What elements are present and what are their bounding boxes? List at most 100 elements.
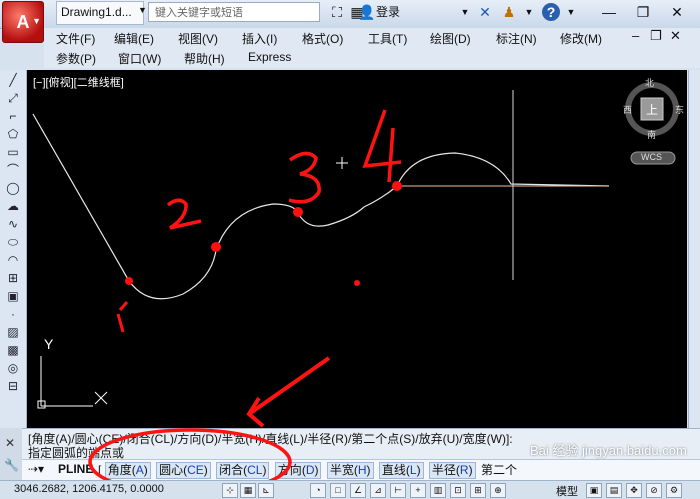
drawing-svg (32, 82, 679, 428)
model-tab[interactable]: 模型 (556, 483, 578, 499)
menu-tools[interactable]: 工具(T) (368, 30, 407, 47)
restore-icon[interactable]: ❐ (650, 28, 662, 44)
spline-icon[interactable]: ∿ (2, 216, 24, 232)
close-icon[interactable]: ✕ (5, 436, 15, 450)
menu-window[interactable]: 窗口(W) (118, 50, 161, 67)
polyline-icon[interactable]: ⌐ (2, 108, 24, 124)
option-second-point[interactable]: 第二个 (481, 463, 517, 477)
menu-help[interactable]: 帮助(H) (184, 50, 225, 67)
option-halfwidth[interactable]: 半宽(H) (326, 462, 374, 479)
circle-icon[interactable]: ◯ (2, 180, 24, 196)
annotation-stroke (116, 301, 129, 333)
ellipse-icon[interactable]: ⬭ (2, 234, 24, 250)
menu-parameters[interactable]: 参数(P) (56, 50, 96, 67)
title-bar: Drawing1.d... ▼ 键入关键字或短语 ⛶ ▦ 👤 登录 ▼ ✕ ♟ … (0, 0, 700, 29)
marker-point-4 (392, 181, 402, 191)
menu-file[interactable]: 文件(F) (56, 30, 95, 47)
menu-view[interactable]: 视图(V) (178, 30, 218, 47)
menu-express[interactable]: Express (248, 50, 291, 64)
chevron-down-icon[interactable]: ▼ (562, 3, 580, 21)
viewcube-north[interactable]: 北 (645, 76, 654, 89)
command-options: [ 角度(A) 圆心(CE) 闭合(CL) 方向(D) 半宽(H) 直线(L) … (98, 462, 517, 479)
ducs-icon[interactable]: ⊿ (370, 483, 386, 498)
transparency-icon[interactable]: ▥ (430, 483, 446, 498)
polar-icon[interactable]: ◔ (310, 483, 326, 498)
wrench-icon[interactable]: 🔧 (4, 458, 19, 472)
viewcube-west[interactable]: 西 (623, 103, 632, 116)
pan-icon[interactable]: ✥ (626, 483, 642, 498)
quick-properties-icon[interactable]: ⊡ (450, 483, 466, 498)
menu-dimension[interactable]: 标注(N) (496, 30, 537, 47)
menu-draw[interactable]: 绘图(D) (430, 30, 471, 47)
construction-line-icon[interactable]: ⤢ (2, 90, 24, 106)
chevron-down-icon[interactable]: ▼ (456, 3, 474, 21)
hatch-icon[interactable]: ▨ (2, 324, 24, 340)
command-input[interactable]: ⇢▾ PLINE [ 角度(A) 圆心(CE) 闭合(CL) 方向(D) 半宽(… (22, 459, 700, 480)
document-title: Drawing1.d... (56, 1, 144, 25)
wcs-menu[interactable]: WCS (641, 152, 662, 162)
close-icon[interactable]: ✕ (668, 3, 686, 21)
close-icon[interactable]: ✕ (670, 28, 681, 44)
gradient-icon[interactable]: ▩ (2, 342, 24, 358)
option-center[interactable]: 圆心(CE) (156, 462, 211, 479)
revision-cloud-icon[interactable]: ☁ (2, 198, 24, 214)
insert-block-icon[interactable]: ⊞ (2, 270, 24, 286)
snap-icon[interactable]: ⊹ (222, 483, 238, 498)
ortho-icon[interactable]: ⊾ (258, 483, 274, 498)
search-input[interactable]: 键入关键字或短语 (148, 2, 320, 22)
minimize-icon[interactable]: – (632, 28, 639, 43)
help-icon[interactable]: ? (542, 3, 560, 21)
rectangle-icon[interactable]: ▭ (2, 144, 24, 160)
workspace-icon[interactable]: ⚙ (666, 483, 682, 498)
selection-cycling-icon[interactable]: ⊞ (470, 483, 486, 498)
polyline-drawing (32, 113, 610, 300)
make-block-icon[interactable]: ▣ (2, 288, 24, 304)
user-group-icon[interactable]: ♟ (500, 3, 518, 21)
option-direction[interactable]: 方向(D) (274, 462, 322, 479)
polygon-icon[interactable]: ⬠ (2, 126, 24, 142)
line-icon[interactable]: ╱ (2, 72, 24, 88)
quick-view-icon[interactable]: ▤ (606, 483, 622, 498)
menu-insert[interactable]: 插入(I) (242, 30, 277, 47)
binoculars-icon[interactable]: ⛶ (328, 3, 346, 21)
option-angle[interactable]: 角度(A) (104, 462, 151, 479)
point-icon[interactable]: · (2, 306, 24, 322)
lineweight-icon[interactable]: + (410, 483, 426, 498)
application-menu-button[interactable]: A ▼ (2, 1, 44, 43)
viewcube-south[interactable]: 南 (647, 128, 656, 141)
watermark: Bai 经验 jingyan.baidu.com (530, 443, 687, 458)
arc-icon[interactable]: ⌒ (2, 162, 24, 178)
option-close[interactable]: 闭合(CL) (216, 462, 270, 479)
otrack-icon[interactable]: ∠ (350, 483, 366, 498)
exchange-icon[interactable]: ✕ (476, 3, 494, 21)
annotation-monitor-icon[interactable]: ⊕ (490, 483, 506, 498)
marker-point-2 (211, 242, 221, 252)
minimize-icon[interactable]: — (600, 3, 618, 21)
layout-icon[interactable]: ▣ (586, 483, 602, 498)
chevron-down-icon[interactable]: ▼ (138, 5, 147, 15)
marker-point-1 (125, 277, 133, 285)
option-line[interactable]: 直线(L) (378, 462, 424, 479)
ucs-y-label: Y (44, 336, 54, 352)
zoom-icon[interactable]: ⊘ (646, 483, 662, 498)
dyn-icon[interactable]: ⊢ (390, 483, 406, 498)
viewcube-east[interactable]: 东 (675, 103, 684, 116)
grid-icon[interactable]: ▦ (240, 483, 256, 498)
vertical-scrollbar[interactable] (688, 70, 700, 430)
menu-format[interactable]: 格式(O) (302, 30, 343, 47)
user-icon[interactable]: 👤 (358, 3, 376, 21)
chevron-down-icon[interactable]: ▼ (520, 3, 538, 21)
marker-point-3 (293, 207, 303, 217)
login-button[interactable]: 登录 (376, 3, 400, 20)
menu-modify[interactable]: 修改(M) (560, 30, 602, 47)
maximize-icon[interactable]: ❐ (634, 3, 652, 21)
viewcube-top[interactable]: 上 (646, 101, 658, 118)
table-icon[interactable]: ⊟ (2, 378, 24, 394)
region-icon[interactable]: ◎ (2, 360, 24, 376)
menu-edit[interactable]: 编辑(E) (114, 30, 154, 47)
osnap-icon[interactable]: □ (330, 483, 346, 498)
option-radius[interactable]: 半径(R) (428, 462, 476, 479)
drawing-canvas[interactable]: [−][俯视][二维线框] 北 西 东 南 上 WCS Y (27, 70, 687, 428)
ellipse-arc-icon[interactable]: ◠ (2, 252, 24, 268)
command-window-handle[interactable]: ✕ 🔧 (0, 428, 22, 480)
